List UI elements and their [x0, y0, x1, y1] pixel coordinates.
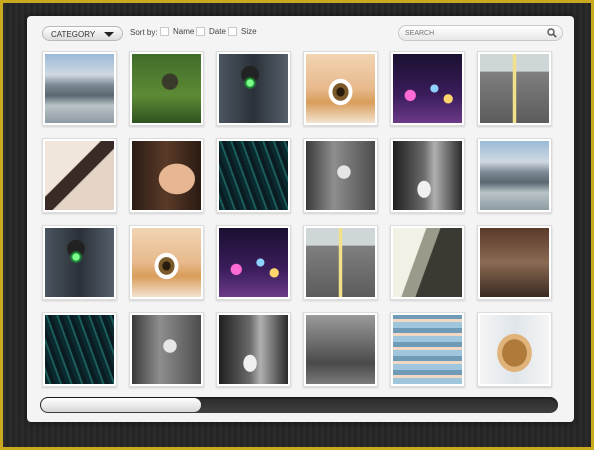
thumbnail-dark-grass[interactable] [216, 138, 291, 213]
thumbnail-city-lights-bokeh[interactable] [216, 225, 291, 300]
thumbnail-image [219, 54, 288, 123]
thumbnail-wedding-couple-bw[interactable] [390, 138, 465, 213]
thumbnail-empty-road[interactable] [303, 225, 378, 300]
thumbnail-woman-profile[interactable] [129, 138, 204, 213]
thumbnail-green-traffic-light[interactable] [42, 225, 117, 300]
search-input[interactable] [405, 27, 535, 39]
sort-date-option[interactable]: Date [196, 27, 226, 37]
thumbnail-image [132, 228, 201, 297]
thumbnail-image [45, 315, 114, 384]
thumbnail-torn-jeans[interactable] [390, 312, 465, 387]
chevron-down-icon [104, 32, 114, 37]
gallery-panel: CATEGORY Sort by: Name Date Size [27, 16, 574, 422]
sort-name-option[interactable]: Name [160, 27, 195, 37]
thumbnail-girl-street-bw[interactable] [129, 312, 204, 387]
horizontal-scrollbar[interactable] [40, 397, 558, 413]
thumbnail-image [132, 54, 201, 123]
thumbnail-image [480, 54, 549, 123]
thumbnail-hair-portrait-bw[interactable] [390, 225, 465, 300]
thumbnail-image [393, 315, 462, 384]
search-box[interactable] [398, 25, 563, 41]
thumbnail-photographer-grass[interactable] [129, 51, 204, 126]
sort-date-checkbox[interactable] [196, 27, 205, 37]
thumbnail-image [219, 141, 288, 210]
sort-by-label: Sort by: [130, 28, 158, 37]
category-dropdown[interactable]: CATEGORY [42, 26, 123, 41]
thumbnail-dark-grass[interactable] [42, 312, 117, 387]
sort-size-label: Size [241, 27, 257, 36]
thumbnail-image [132, 315, 201, 384]
thumbnail-bridge[interactable] [477, 138, 552, 213]
thumbnail-green-traffic-light[interactable] [216, 51, 291, 126]
thumbnail-image [45, 228, 114, 297]
thumbnail-old-building[interactable] [303, 312, 378, 387]
thumbnail-broken-wood[interactable] [477, 225, 552, 300]
sort-name-label: Name [173, 27, 195, 36]
sort-name-checkbox[interactable] [160, 27, 169, 37]
sort-size-checkbox[interactable] [228, 27, 237, 37]
thumbnail-image [393, 54, 462, 123]
thumbnail-image [306, 315, 375, 384]
thumbnail-image [480, 315, 549, 384]
thumbnail-image [45, 141, 114, 210]
scrollbar-thumb[interactable] [41, 398, 201, 412]
toolbar: CATEGORY Sort by: Name Date Size [27, 16, 574, 50]
sort-date-label: Date [209, 27, 226, 36]
thumbnail-image [480, 228, 549, 297]
thumbnail-image [45, 54, 114, 123]
thumbnail-eye-closeup[interactable] [129, 225, 204, 300]
thumbnail-city-lights-bokeh[interactable] [390, 51, 465, 126]
thumbnail-empty-road[interactable] [477, 51, 552, 126]
thumbnail-image [480, 141, 549, 210]
thumbnail-image [393, 141, 462, 210]
thumbnail-girl-street-bw[interactable] [303, 138, 378, 213]
thumbnail-image [306, 228, 375, 297]
thumbnail-image [219, 315, 288, 384]
thumbnail-image [219, 228, 288, 297]
thumbnail-image [306, 54, 375, 123]
thumbnail-image [306, 141, 375, 210]
thumbnail-angel-wings-hair[interactable] [477, 312, 552, 387]
thumbnail-bridge[interactable] [42, 51, 117, 126]
thumbnail-image [132, 141, 201, 210]
thumbnail-eye-closeup[interactable] [303, 51, 378, 126]
thumbnail-wedding-couple-bw[interactable] [216, 312, 291, 387]
category-label: CATEGORY [51, 30, 96, 39]
thumbnail-image [393, 228, 462, 297]
search-icon[interactable] [547, 28, 557, 38]
sort-size-option[interactable]: Size [228, 27, 257, 37]
thumbnail-feathers-face[interactable] [42, 138, 117, 213]
